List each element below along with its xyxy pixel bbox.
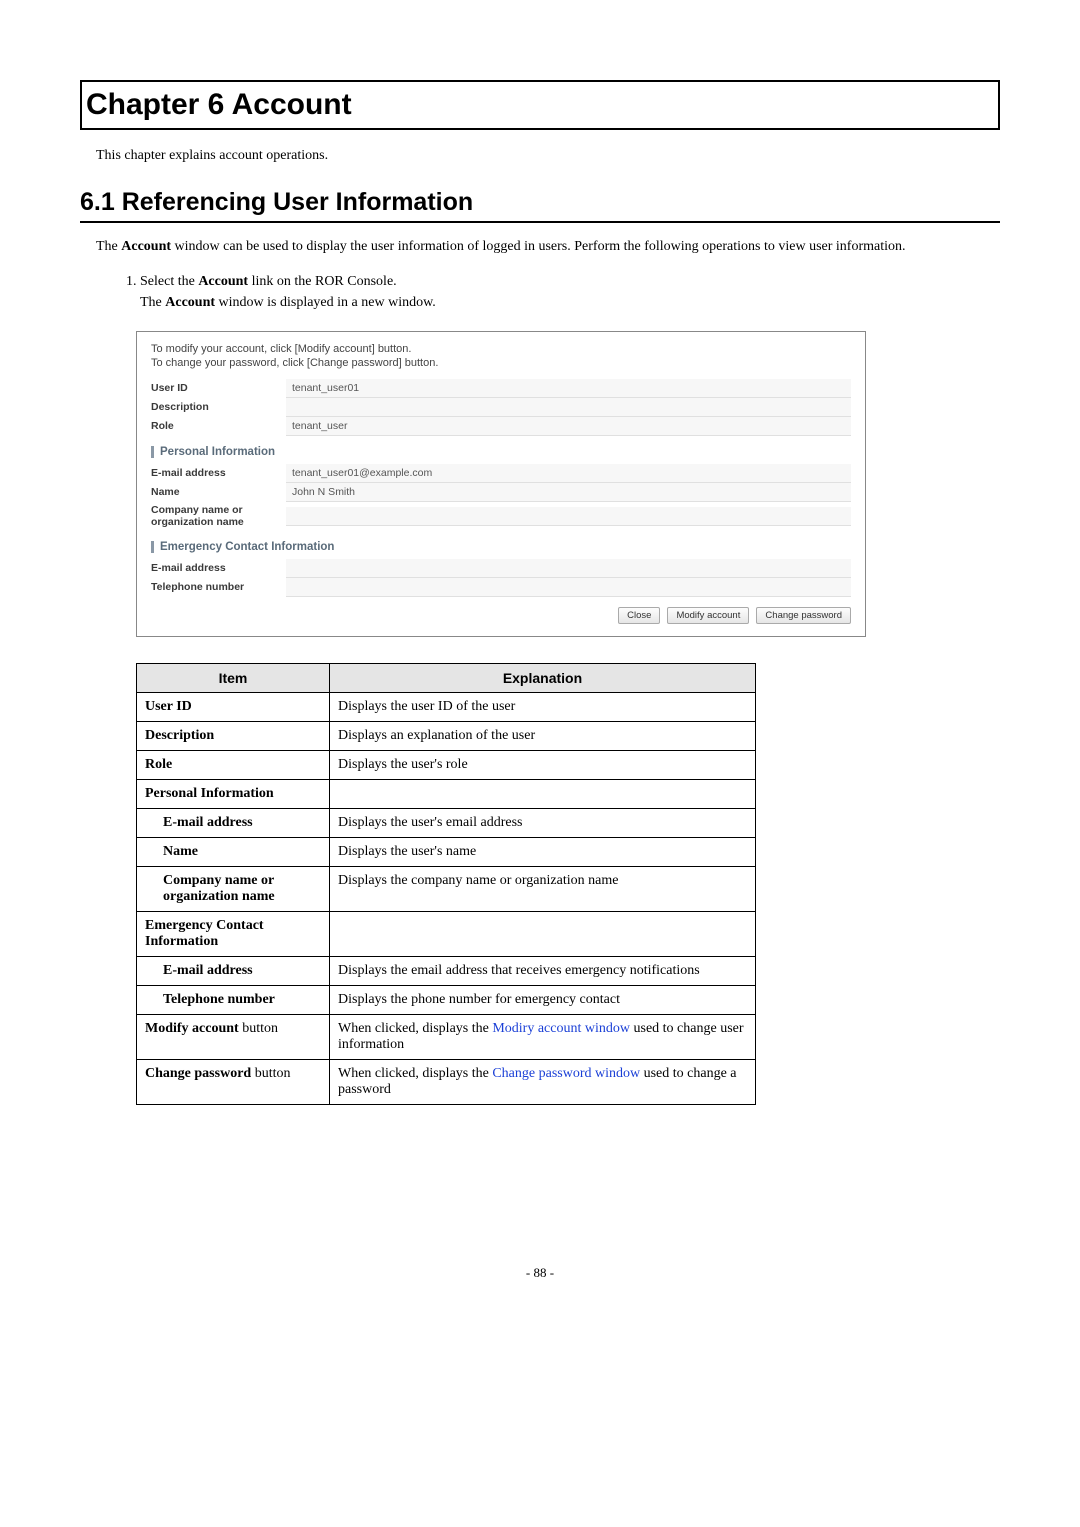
td-explanation: When clicked, displays the Change passwo… — [330, 1060, 756, 1105]
chapter-title: Chapter 6 Account — [80, 80, 1000, 130]
text: The — [140, 295, 165, 310]
table-row: DescriptionDisplays an explanation of th… — [137, 722, 756, 751]
close-button[interactable]: Close — [618, 607, 660, 624]
th-item: Item — [137, 664, 330, 693]
ss-row-name: Name John N Smith — [151, 483, 851, 502]
ss-button-row: Close Modify account Change password — [151, 607, 851, 624]
table-row: Emergency Contact Information — [137, 912, 756, 957]
ss-row-email: E-mail address tenant_user01@example.com — [151, 464, 851, 483]
table-row: Telephone numberDisplays the phone numbe… — [137, 986, 756, 1015]
td-item: Personal Information — [137, 780, 330, 809]
ss-value-userid: tenant_user01 — [286, 379, 851, 398]
td-item: E-mail address — [137, 809, 330, 838]
text: To modify your account, click [Modify ac… — [151, 343, 411, 355]
td-explanation: Displays the user's email address — [330, 809, 756, 838]
text-bold: Account — [165, 295, 215, 310]
td-explanation: Displays the user's name — [330, 838, 756, 867]
td-item: Change password button — [137, 1060, 330, 1105]
text: To change your password, click [Change p… — [151, 357, 438, 369]
th-explanation: Explanation — [330, 664, 756, 693]
ss-label-name: Name — [151, 484, 286, 502]
td-item: Description — [137, 722, 330, 751]
ss-value-email: tenant_user01@example.com — [286, 464, 851, 483]
ss-instructions: To modify your account, click [Modify ac… — [151, 342, 851, 372]
td-explanation: Displays an explanation of the user — [330, 722, 756, 751]
table-header-row: Item Explanation — [137, 664, 756, 693]
text: window is displayed in a new window. — [215, 295, 436, 310]
td-item: Name — [137, 838, 330, 867]
account-window-screenshot: To modify your account, click [Modify ac… — [136, 331, 866, 638]
modify-account-button[interactable]: Modify account — [667, 607, 749, 624]
ss-label-description: Description — [151, 399, 286, 417]
table-row: NameDisplays the user's name — [137, 838, 756, 867]
table-row: E-mail addressDisplays the user's email … — [137, 809, 756, 838]
ss-value-eemail — [286, 559, 851, 578]
td-explanation — [330, 912, 756, 957]
td-item: Modify account button — [137, 1015, 330, 1060]
ss-value-company — [286, 507, 851, 526]
ss-row-userid: User ID tenant_user01 — [151, 379, 851, 398]
ss-label-tel: Telephone number — [151, 579, 286, 597]
td-item: Telephone number — [137, 986, 330, 1015]
ss-value-name: John N Smith — [286, 483, 851, 502]
table-row: Modify account buttonWhen clicked, displ… — [137, 1015, 756, 1060]
ss-label-email: E-mail address — [151, 465, 286, 483]
td-explanation: Displays the phone number for emergency … — [330, 986, 756, 1015]
td-explanation — [330, 780, 756, 809]
ss-label-userid: User ID — [151, 380, 286, 398]
text-bold: Account — [121, 239, 171, 254]
table-row: E-mail addressDisplays the email address… — [137, 957, 756, 986]
table-row: Personal Information — [137, 780, 756, 809]
chapter-intro: This chapter explains account operations… — [96, 148, 1000, 164]
ss-value-tel — [286, 578, 851, 597]
section-title: 6.1 Referencing User Information — [80, 188, 1000, 223]
doc-link[interactable]: Modiry account window — [492, 1021, 630, 1036]
doc-link[interactable]: Change password window — [492, 1066, 640, 1081]
text: window can be used to display the user i… — [171, 239, 905, 254]
ss-label-role: Role — [151, 418, 286, 436]
td-explanation: Displays the email address that receives… — [330, 957, 756, 986]
step-list: Select the Account link on the ROR Conso… — [116, 271, 984, 313]
ss-label-eemail: E-mail address — [151, 560, 286, 578]
table-row: RoleDisplays the user's role — [137, 751, 756, 780]
step-1: Select the Account link on the ROR Conso… — [140, 271, 984, 313]
ss-row-description: Description — [151, 398, 851, 417]
page-number: - 88 - — [80, 1265, 1000, 1281]
section-body-1: The Account window can be used to displa… — [96, 237, 984, 257]
text: link on the ROR Console. — [248, 274, 397, 289]
td-item: Emergency Contact Information — [137, 912, 330, 957]
ss-value-role: tenant_user — [286, 417, 851, 436]
table-row: Change password buttonWhen clicked, disp… — [137, 1060, 756, 1105]
ss-value-description — [286, 398, 851, 417]
text: Select the — [140, 274, 198, 289]
td-explanation: When clicked, displays the Modiry accoun… — [330, 1015, 756, 1060]
td-item: User ID — [137, 693, 330, 722]
change-password-button[interactable]: Change password — [756, 607, 851, 624]
text: The — [96, 239, 121, 254]
table-row: User IDDisplays the user ID of the user — [137, 693, 756, 722]
td-explanation: Displays the company name or organizatio… — [330, 867, 756, 912]
td-explanation: Displays the user ID of the user — [330, 693, 756, 722]
td-item: E-mail address — [137, 957, 330, 986]
ss-row-role: Role tenant_user — [151, 417, 851, 436]
ss-row-company: Company name or organization name — [151, 502, 851, 531]
table-row: Company name or organization nameDisplay… — [137, 867, 756, 912]
td-item: Role — [137, 751, 330, 780]
text-bold: Account — [198, 274, 248, 289]
ss-row-tel: Telephone number — [151, 578, 851, 597]
td-item: Company name or organization name — [137, 867, 330, 912]
ss-label-company: Company name or organization name — [151, 502, 286, 531]
ss-section-personal: Personal Information — [151, 446, 851, 458]
ss-section-emergency: Emergency Contact Information — [151, 541, 851, 553]
explanation-table: Item Explanation User IDDisplays the use… — [136, 663, 756, 1105]
ss-row-eemail: E-mail address — [151, 559, 851, 578]
td-explanation: Displays the user's role — [330, 751, 756, 780]
